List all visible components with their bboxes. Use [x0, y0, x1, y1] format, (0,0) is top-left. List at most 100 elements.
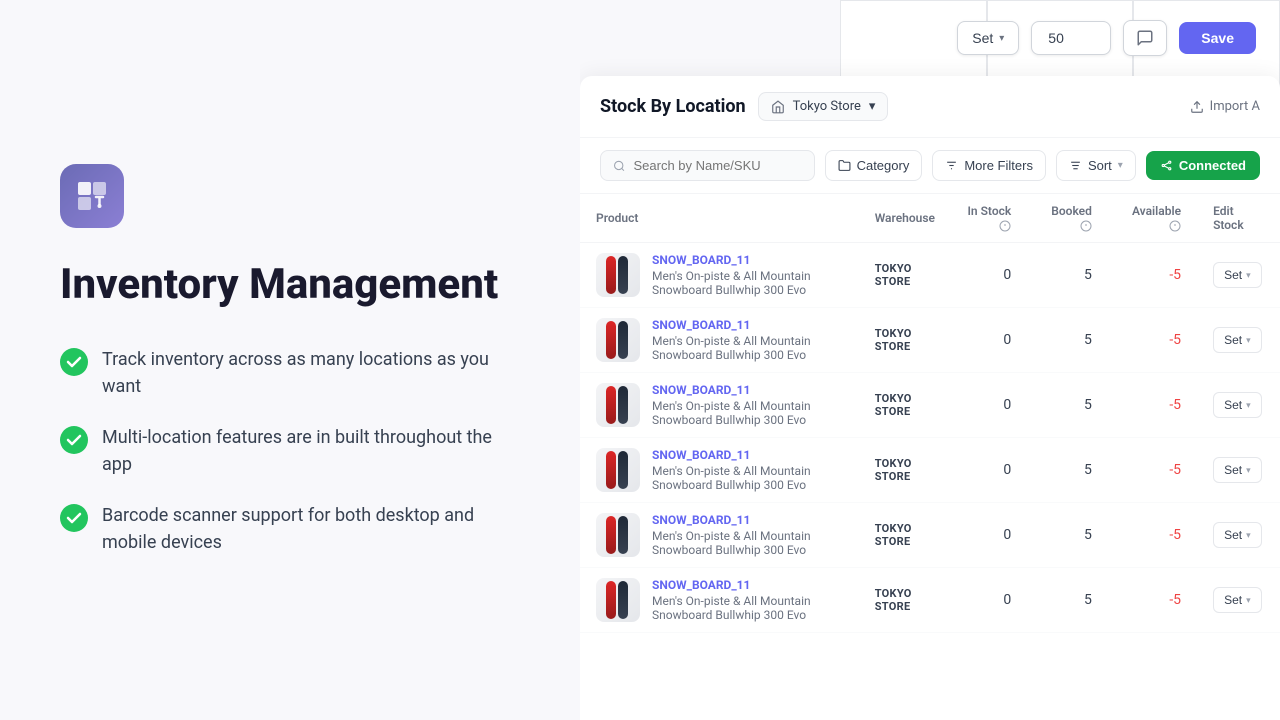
set-action-chevron-icon-3: ▾ — [1246, 465, 1251, 476]
table-row: SNOW_BOARD_11 Men's On-piste & All Mount… — [580, 373, 1280, 438]
in-stock-cell-1: 0 — [951, 308, 1027, 373]
product-info-5: SNOW_BOARD_11 Men's On-piste & All Mount… — [652, 578, 843, 622]
set-action-chevron-icon-4: ▾ — [1246, 530, 1251, 541]
booked-cell-1: 5 — [1027, 308, 1108, 373]
quantity-input[interactable] — [1031, 21, 1111, 55]
available-cell-0: -5 — [1108, 243, 1197, 308]
search-box[interactable] — [600, 150, 815, 181]
feature-item-1: Track inventory across as many locations… — [60, 346, 520, 400]
product-cell-1: SNOW_BOARD_11 Men's On-piste & All Mount… — [580, 308, 859, 373]
set-action-label-5: Set — [1224, 593, 1242, 607]
in-stock-cell-4: 0 — [951, 503, 1027, 568]
set-action-chevron-icon-1: ▾ — [1246, 335, 1251, 346]
product-image-3 — [596, 448, 640, 492]
product-sku-5[interactable]: SNOW_BOARD_11 — [652, 578, 843, 592]
top-toolbar: Set ▾ Save — [580, 0, 1280, 76]
set-action-button-5[interactable]: Set ▾ — [1213, 587, 1262, 613]
set-action-button-0[interactable]: Set ▾ — [1213, 262, 1262, 288]
app-logo — [60, 164, 124, 228]
product-sku-0[interactable]: SNOW_BOARD_11 — [652, 253, 843, 267]
store-icon — [771, 100, 785, 114]
product-image-5 — [596, 578, 640, 622]
product-sku-1[interactable]: SNOW_BOARD_11 — [652, 318, 843, 332]
set-dropdown[interactable]: Set ▾ — [957, 21, 1019, 55]
booked-cell-4: 5 — [1027, 503, 1108, 568]
warehouse-cell-2: TOKYOSTORE — [859, 373, 951, 438]
product-name-1: Men's On-piste & All Mountain Snowboard … — [652, 334, 843, 362]
category-filter-button[interactable]: Category — [825, 150, 923, 181]
set-action-button-2[interactable]: Set ▾ — [1213, 392, 1262, 418]
product-info-0: SNOW_BOARD_11 Men's On-piste & All Mount… — [652, 253, 843, 297]
save-button[interactable]: Save — [1179, 22, 1256, 54]
product-sku-2[interactable]: SNOW_BOARD_11 — [652, 383, 843, 397]
more-filters-button[interactable]: More Filters — [932, 150, 1046, 181]
location-chevron-icon: ▾ — [869, 99, 876, 114]
product-info-3: SNOW_BOARD_11 Men's On-piste & All Mount… — [652, 448, 843, 492]
set-action-button-3[interactable]: Set ▾ — [1213, 457, 1262, 483]
product-cell-2: SNOW_BOARD_11 Men's On-piste & All Mount… — [580, 373, 859, 438]
set-action-label-1: Set — [1224, 333, 1242, 347]
set-action-button-1[interactable]: Set ▾ — [1213, 327, 1262, 353]
logo-icon — [74, 178, 110, 214]
filter-icon — [945, 159, 958, 172]
comment-icon — [1136, 29, 1154, 47]
set-action-label-0: Set — [1224, 268, 1242, 282]
sort-button[interactable]: Sort ▾ — [1056, 150, 1136, 181]
booked-cell-3: 5 — [1027, 438, 1108, 503]
set-action-chevron-icon-5: ▾ — [1246, 595, 1251, 606]
edit-stock-cell-5: Set ▾ — [1197, 568, 1280, 633]
product-image-4 — [596, 513, 640, 557]
main-content: Stock By Location Tokyo Store ▾ Import A — [580, 76, 1280, 720]
connected-button[interactable]: Connected — [1146, 151, 1260, 180]
col-available: Available — [1108, 194, 1197, 243]
warehouse-cell-0: TOKYOSTORE — [859, 243, 951, 308]
info-icon-2 — [1080, 220, 1092, 232]
product-name-3: Men's On-piste & All Mountain Snowboard … — [652, 464, 843, 492]
product-cell-3: SNOW_BOARD_11 Men's On-piste & All Mount… — [580, 438, 859, 503]
table-row: SNOW_BOARD_11 Men's On-piste & All Mount… — [580, 438, 1280, 503]
feature-list: Track inventory across as many locations… — [60, 346, 520, 556]
set-action-label-2: Set — [1224, 398, 1242, 412]
in-stock-cell-0: 0 — [951, 243, 1027, 308]
category-icon — [838, 159, 851, 172]
inventory-table: Product Warehouse In Stock Booked — [580, 194, 1280, 633]
product-image-2 — [596, 383, 640, 427]
warehouse-cell-1: TOKYOSTORE — [859, 308, 951, 373]
edit-stock-cell-3: Set ▾ — [1197, 438, 1280, 503]
product-sku-4[interactable]: SNOW_BOARD_11 — [652, 513, 843, 527]
set-action-chevron-icon-2: ▾ — [1246, 400, 1251, 411]
import-button[interactable]: Import A — [1190, 99, 1260, 114]
category-label: Category — [857, 158, 910, 173]
in-stock-cell-2: 0 — [951, 373, 1027, 438]
set-action-label-4: Set — [1224, 528, 1242, 542]
product-name-4: Men's On-piste & All Mountain Snowboard … — [652, 529, 843, 557]
comment-button[interactable] — [1123, 20, 1167, 56]
location-selector[interactable]: Tokyo Store ▾ — [758, 92, 889, 121]
booked-cell-5: 5 — [1027, 568, 1108, 633]
product-image-1 — [596, 318, 640, 362]
check-icon-2 — [60, 426, 88, 454]
feature-item-3: Barcode scanner support for both desktop… — [60, 502, 520, 556]
import-icon — [1190, 100, 1204, 114]
table-container: Product Warehouse In Stock Booked — [580, 194, 1280, 720]
product-cell-4: SNOW_BOARD_11 Men's On-piste & All Mount… — [580, 503, 859, 568]
table-row: SNOW_BOARD_11 Men's On-piste & All Mount… — [580, 243, 1280, 308]
set-action-button-4[interactable]: Set ▾ — [1213, 522, 1262, 548]
import-label: Import A — [1210, 99, 1260, 114]
table-row: SNOW_BOARD_11 Men's On-piste & All Mount… — [580, 568, 1280, 633]
search-icon — [613, 159, 625, 173]
left-panel: Inventory Management Track inventory acr… — [0, 0, 580, 720]
in-stock-cell-5: 0 — [951, 568, 1027, 633]
edit-stock-cell-2: Set ▾ — [1197, 373, 1280, 438]
right-panel: Set ▾ Save Stock By Location Tokyo Store — [580, 0, 1280, 720]
product-sku-3[interactable]: SNOW_BOARD_11 — [652, 448, 843, 462]
edit-stock-cell-1: Set ▾ — [1197, 308, 1280, 373]
col-edit-stock: Edit Stock — [1197, 194, 1280, 243]
filters-bar: Category More Filters Sort ▾ — [580, 138, 1280, 194]
col-in-stock: In Stock — [951, 194, 1027, 243]
more-filters-label: More Filters — [964, 158, 1033, 173]
sort-icon — [1069, 159, 1082, 172]
product-name-5: Men's On-piste & All Mountain Snowboard … — [652, 594, 843, 622]
chevron-down-icon: ▾ — [999, 33, 1004, 44]
search-input[interactable] — [633, 158, 801, 173]
